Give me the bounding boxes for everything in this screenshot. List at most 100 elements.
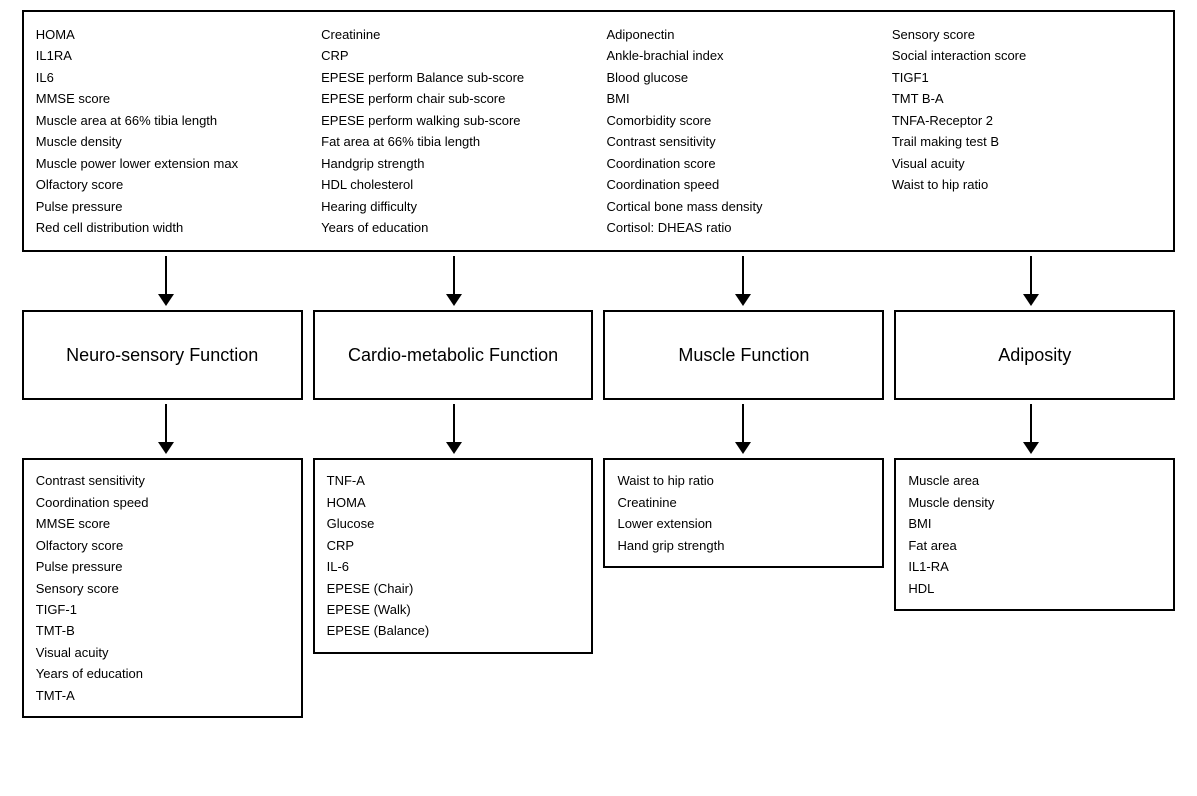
top-item: Coordination score xyxy=(606,153,875,174)
arrow-line xyxy=(453,404,455,442)
detail-item: Pulse pressure xyxy=(36,556,289,577)
category-box-0: Neuro-sensory Function xyxy=(22,310,303,400)
detail-box-0: Contrast sensitivityCoordination speedMM… xyxy=(22,458,303,718)
arrow-down2-0 xyxy=(158,404,174,454)
arrow-col2-0 xyxy=(22,400,310,458)
detail-item: Contrast sensitivity xyxy=(36,470,289,491)
top-item: HDL cholesterol xyxy=(321,174,590,195)
arrow-down2-2 xyxy=(735,404,751,454)
arrow-head xyxy=(735,294,751,306)
top-item: Hearing difficulty xyxy=(321,196,590,217)
top-item: Sensory score xyxy=(892,24,1161,45)
top-item: TNFA-Receptor 2 xyxy=(892,110,1161,131)
arrow-line xyxy=(165,256,167,294)
detail-row: Contrast sensitivityCoordination speedMM… xyxy=(22,458,1175,718)
arrow-line xyxy=(1030,404,1032,442)
arrow-col2-3 xyxy=(887,400,1175,458)
top-item: MMSE score xyxy=(36,88,305,109)
detail-box-3: Muscle areaMuscle densityBMIFat areaIL1-… xyxy=(894,458,1175,611)
top-item: Fat area at 66% tibia length xyxy=(321,131,590,152)
top-item: EPESE perform chair sub-score xyxy=(321,88,590,109)
top-item: IL6 xyxy=(36,67,305,88)
top-item: TMT B-A xyxy=(892,88,1161,109)
detail-item: Creatinine xyxy=(617,492,870,513)
top-item: Muscle density xyxy=(36,131,305,152)
arrow-col-2 xyxy=(310,252,598,310)
arrow-col-4 xyxy=(887,252,1175,310)
arrow-col-1 xyxy=(22,252,310,310)
top-item: Red cell distribution width xyxy=(36,217,305,238)
detail-item: Visual acuity xyxy=(36,642,289,663)
arrow-row-1 xyxy=(22,252,1175,310)
detail-box-1: TNF-AHOMAGlucoseCRPIL-6EPESE (Chair)EPES… xyxy=(313,458,594,654)
detail-item: Lower extension xyxy=(617,513,870,534)
top-item: Comorbidity score xyxy=(606,110,875,131)
category-row: Neuro-sensory FunctionCardio-metabolic F… xyxy=(22,310,1175,400)
arrow-head xyxy=(158,294,174,306)
top-item: BMI xyxy=(606,88,875,109)
detail-item: HOMA xyxy=(327,492,580,513)
top-item: TIGF1 xyxy=(892,67,1161,88)
top-item: CRP xyxy=(321,45,590,66)
arrow-head xyxy=(158,442,174,454)
arrow-line xyxy=(742,256,744,294)
arrow-down-4 xyxy=(1023,256,1039,306)
top-item: Waist to hip ratio xyxy=(892,174,1161,195)
top-item: IL1RA xyxy=(36,45,305,66)
top-col-1: HOMAIL1RAIL6MMSE scoreMuscle area at 66%… xyxy=(28,20,313,242)
detail-item: Hand grip strength xyxy=(617,535,870,556)
top-item: Blood glucose xyxy=(606,67,875,88)
detail-item: Glucose xyxy=(327,513,580,534)
detail-item: HDL xyxy=(908,578,1161,599)
detail-item: EPESE (Walk) xyxy=(327,599,580,620)
arrow-head xyxy=(735,442,751,454)
detail-item: EPESE (Chair) xyxy=(327,578,580,599)
top-item: Olfactory score xyxy=(36,174,305,195)
detail-item: Muscle density xyxy=(908,492,1161,513)
detail-item: Muscle area xyxy=(908,470,1161,491)
arrow-head xyxy=(446,442,462,454)
top-item: Trail making test B xyxy=(892,131,1161,152)
diagram: HOMAIL1RAIL6MMSE scoreMuscle area at 66%… xyxy=(10,10,1187,718)
arrow-line xyxy=(742,404,744,442)
detail-item: EPESE (Balance) xyxy=(327,620,580,641)
top-item: Social interaction score xyxy=(892,45,1161,66)
detail-item: BMI xyxy=(908,513,1161,534)
top-item: Coordination speed xyxy=(606,174,875,195)
detail-item: Olfactory score xyxy=(36,535,289,556)
top-item: Adiponectin xyxy=(606,24,875,45)
detail-item: Waist to hip ratio xyxy=(617,470,870,491)
detail-item: TIGF-1 xyxy=(36,599,289,620)
top-item: EPESE perform walking sub-score xyxy=(321,110,590,131)
category-box-1: Cardio-metabolic Function xyxy=(313,310,594,400)
detail-item: Fat area xyxy=(908,535,1161,556)
top-item: Creatinine xyxy=(321,24,590,45)
detail-item: Years of education xyxy=(36,663,289,684)
detail-item: IL1-RA xyxy=(908,556,1161,577)
top-item: HOMA xyxy=(36,24,305,45)
arrow-line xyxy=(1030,256,1032,294)
top-col-3: AdiponectinAnkle-brachial indexBlood glu… xyxy=(598,20,883,242)
detail-box-2: Waist to hip ratioCreatinineLower extens… xyxy=(603,458,884,568)
detail-item: TMT-B xyxy=(36,620,289,641)
detail-item: TNF-A xyxy=(327,470,580,491)
arrow-head xyxy=(1023,294,1039,306)
arrow-down2-1 xyxy=(446,404,462,454)
top-item: Cortical bone mass density xyxy=(606,196,875,217)
detail-item: CRP xyxy=(327,535,580,556)
arrow-down2-3 xyxy=(1023,404,1039,454)
arrow-line xyxy=(165,404,167,442)
category-box-3: Adiposity xyxy=(894,310,1175,400)
arrow-col-3 xyxy=(598,252,886,310)
top-box: HOMAIL1RAIL6MMSE scoreMuscle area at 66%… xyxy=(22,10,1175,252)
top-col-4: Sensory scoreSocial interaction scoreTIG… xyxy=(884,20,1169,242)
arrow-down-3 xyxy=(735,256,751,306)
arrow-col2-1 xyxy=(310,400,598,458)
top-item: Years of education xyxy=(321,217,590,238)
top-item: Contrast sensitivity xyxy=(606,131,875,152)
arrow-down-2 xyxy=(446,256,462,306)
arrow-row-2 xyxy=(22,400,1175,458)
detail-item: MMSE score xyxy=(36,513,289,534)
arrow-head xyxy=(1023,442,1039,454)
category-box-2: Muscle Function xyxy=(603,310,884,400)
